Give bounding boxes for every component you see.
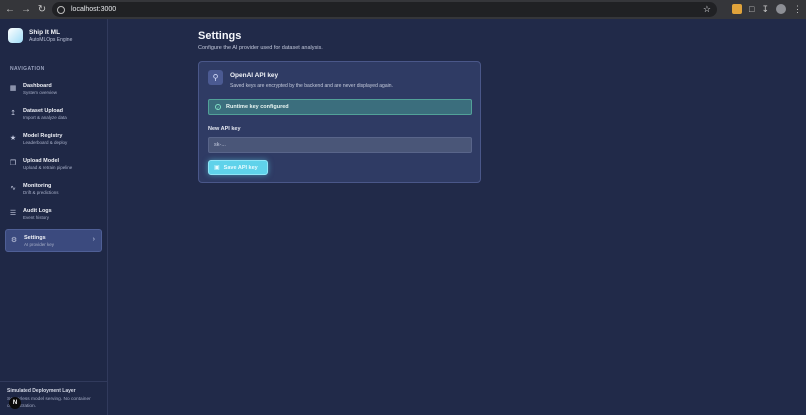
card-description: Saved keys are encrypted by the backend … [230,83,393,89]
sidebar-item-sublabel: Import & analyze data [23,115,67,120]
status-text: Runtime key configured [226,104,289,110]
sidebar-item-sublabel: Event history [23,215,50,220]
api-key-input[interactable] [208,137,472,153]
extension-icon[interactable] [732,4,743,14]
nextjs-badge-icon[interactable]: N [9,397,21,409]
sidebar-item-label: Model Registry [23,133,63,139]
card-title: OpenAI API key [230,72,279,79]
forward-icon[interactable]: → [20,4,32,16]
save-button-label: Save API key [223,164,258,171]
upload-icon: ↥ [10,110,16,117]
browser-menu-icon[interactable]: ⋮ [793,3,802,15]
api-key-label: New API key [208,126,241,132]
page-subtitle: Configure the AI provider used for datas… [198,45,323,51]
check-circle-icon: ✓ [215,104,221,110]
footer-description: Serverless model serving. No container o… [7,397,91,409]
address-bar[interactable]: localhost:3000 ☆ [52,2,717,17]
key-icon: ⚲ [208,70,223,85]
reload-icon[interactable]: ↻ [36,4,48,16]
sidebar-item-dataset-upload[interactable]: ↥ Dataset Upload Import & analyze data [5,104,102,124]
nav-section-label: NAVIGATION [10,66,45,72]
page-title: Settings [198,30,242,42]
gear-icon: ⚙ [10,236,18,244]
trophy-icon: ★ [9,135,17,142]
url-text: localhost:3000 [71,6,117,13]
extensions-puzzle-icon[interactable]: □ [749,3,754,15]
sidebar-item-sublabel: Drift & predictions [23,190,59,195]
sidebar-item-sublabel: AI provider key [24,241,55,247]
sidebar-item-sublabel: Upload & retrain pipeline [23,165,73,170]
browser-toolbar: ← → ↻ localhost:3000 ☆ □ ↧ ⋮ [0,0,806,19]
sidebar-item-label: Settings [24,234,46,241]
brand-logo [8,28,23,43]
sidebar: Ship It ML AutoMLOps Engine NAVIGATION ▦… [0,19,108,415]
sidebar-item-label: Monitoring [23,183,52,189]
brand[interactable]: Ship It ML AutoMLOps Engine [0,19,107,52]
brand-subtitle: AutoMLOps Engine [29,36,73,43]
scroll-icon: ☰ [9,210,17,217]
sidebar-item-label: Upload Model [23,158,60,164]
sidebar-item-monitoring[interactable]: ∿ Monitoring Drift & predictions [5,179,102,199]
sidebar-item-audit-logs[interactable]: ☰ Audit Logs Event history [5,204,102,224]
activity-icon: ∿ [10,185,16,192]
bookmark-star-icon[interactable]: ☆ [703,4,711,15]
brand-name: Ship It ML [29,28,61,36]
back-icon[interactable]: ← [4,4,16,16]
box-icon: ❐ [9,160,17,167]
sidebar-item-sublabel: Leaderboard & deploy [23,140,68,145]
sidebar-item-label: Audit Logs [23,208,52,214]
sidebar-item-sublabel: System overview [23,90,58,95]
download-icon[interactable]: ↧ [761,3,769,15]
save-icon: ▣ [214,165,220,171]
sidebar-item-dashboard[interactable]: ▦ Dashboard System overview [5,79,102,99]
save-api-key-button[interactable]: ▣ Save API key [208,160,268,175]
sidebar-footer: Simulated Deployment Layer Serverless mo… [0,381,108,415]
sidebar-item-model-registry[interactable]: ★ Model Registry Leaderboard & deploy [5,129,102,149]
api-key-card: ⚲ OpenAI API key Saved keys are encrypte… [198,61,481,183]
grid-icon: ▦ [9,85,17,92]
status-banner: ✓ Runtime key configured [208,99,472,115]
sidebar-item-label: Dashboard [23,83,52,89]
profile-avatar[interactable] [776,4,786,14]
chevron-right-icon: › [92,236,95,243]
main-content: Settings Configure the AI provider used … [108,19,806,415]
site-info-icon[interactable] [57,5,65,14]
footer-title: Simulated Deployment Layer [7,388,76,394]
sidebar-item-label: Dataset Upload [23,108,64,114]
sidebar-item-settings[interactable]: ⚙ Settings AI provider key › [5,229,102,252]
sidebar-item-upload-model[interactable]: ❐ Upload Model Upload & retrain pipeline [5,154,102,174]
